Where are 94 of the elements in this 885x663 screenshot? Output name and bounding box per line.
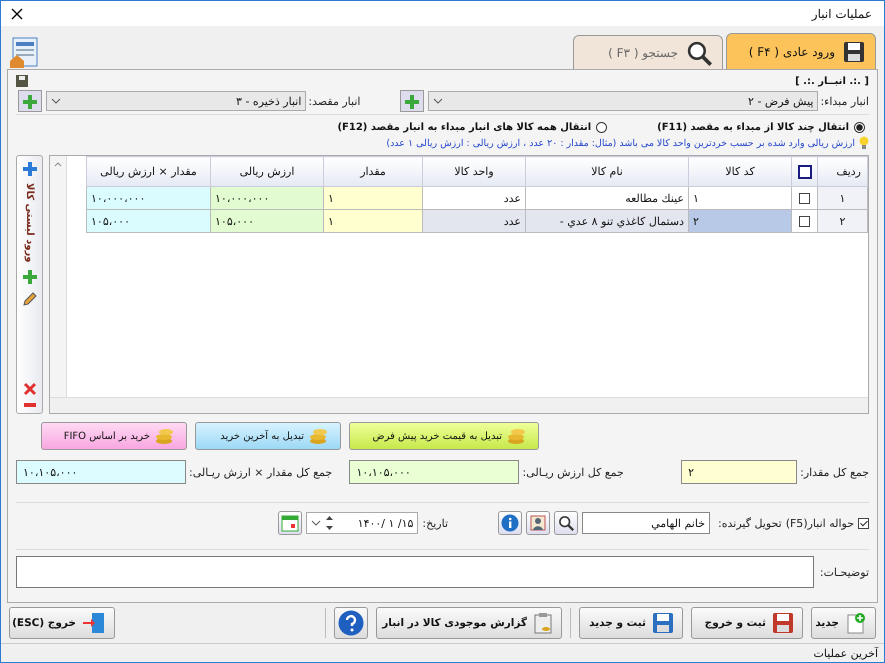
field-label: تحویل گیرنده: xyxy=(718,516,782,530)
column-header: نام کالا xyxy=(526,156,688,186)
radio-button[interactable] xyxy=(596,122,608,132)
search-icon xyxy=(558,515,574,531)
table-cell: دستمال كاغذي تنو ۸ عدي - xyxy=(526,210,688,232)
plus-icon xyxy=(22,161,38,177)
dropdown[interactable]: پیش فرض - ۲ xyxy=(428,91,818,111)
receiver-field[interactable]: خانم الهامي xyxy=(582,512,710,534)
add-button[interactable] xyxy=(18,90,42,112)
field-label: تاریخ: xyxy=(422,516,448,530)
home-document-icon[interactable] xyxy=(9,37,39,69)
plus-icon xyxy=(22,94,38,110)
minus-icon[interactable] xyxy=(22,402,36,408)
pricing-button[interactable]: خرید بر اساس FIFO xyxy=(41,422,187,450)
radio-button[interactable] xyxy=(854,122,865,132)
floppy-icon xyxy=(652,612,674,634)
date-field[interactable]: ۱۴۰۰/ ۱ /۱۵ xyxy=(306,512,418,534)
table-cell: ۱ xyxy=(324,186,422,210)
table-cell: ۱ xyxy=(324,210,422,232)
close-icon[interactable] xyxy=(11,8,23,20)
calendar-icon xyxy=(281,514,300,532)
field-label: انبار مقصد: xyxy=(308,94,360,108)
chevron-down-icon xyxy=(311,520,322,526)
checkbox[interactable] xyxy=(858,518,869,528)
table-cell: ۱۰،۰۰۰،۰۰۰ xyxy=(210,186,324,210)
person-card-icon xyxy=(530,515,546,531)
checkbox[interactable] xyxy=(799,192,810,204)
field-label: توضیحـات: xyxy=(820,566,869,578)
table-cell: ۱۰۵،۰۰۰ xyxy=(210,210,324,232)
column-header: مقدار × ارزش ریالی xyxy=(86,156,210,186)
pencil-icon[interactable] xyxy=(22,290,38,307)
table-cell: ۱ xyxy=(818,186,868,210)
new-document-icon xyxy=(845,612,867,634)
checkbox-label: حواله انبار(F5) xyxy=(786,516,854,530)
scrollbar[interactable] xyxy=(50,397,868,413)
footer-button[interactable]: خروج (ESC) xyxy=(9,607,115,639)
plus-icon xyxy=(404,94,420,110)
table-cell: ۱۰،۰۰۰،۰۰۰ xyxy=(86,186,210,210)
clipboard-icon xyxy=(533,612,553,634)
footer-button[interactable]: گزارش موجودی کالا در انبار xyxy=(376,607,562,639)
info-icon xyxy=(501,514,520,532)
footer-button[interactable]: ثبت و خروج xyxy=(691,607,803,639)
pricing-button[interactable]: تبدیل به قیمت خرید پیش فرض xyxy=(349,422,539,450)
calendar-button[interactable] xyxy=(278,511,302,535)
search-button[interactable] xyxy=(554,511,578,535)
radio-label: انتقال همه کالا های انبار مبداء به انبار مقصد (F12) xyxy=(337,122,592,132)
status-bar: آخرین عملیات xyxy=(1,643,884,662)
footer-button[interactable]: جدید xyxy=(811,607,876,639)
scrollbar[interactable] xyxy=(50,156,67,397)
footer-button[interactable]: ثبت و جدید xyxy=(579,607,683,639)
floppy-icon[interactable] xyxy=(16,75,28,87)
info-button[interactable] xyxy=(498,511,522,535)
column-header: ردیف xyxy=(818,156,868,186)
help-button[interactable] xyxy=(334,607,368,639)
field-label: انبار مبداء: xyxy=(820,94,869,108)
total-field: ۱۰،۱۰۵،۰۰۰ xyxy=(349,460,520,484)
hint-text: ارزش ریالی وارد شده بر حسب خردترین واحد کالا می باشد (مثال: مقدار : ۲۰ عدد ، ارزش ریالی : ارزش ریالی ۱ عدد) xyxy=(386,138,855,148)
contact-button[interactable] xyxy=(526,511,550,535)
radio-label: انتقال چند کالا از مبداء به مقصد (F11) xyxy=(657,122,849,132)
chevron-down-icon xyxy=(433,98,444,104)
vertical-label[interactable]: ورود لیستی کالا xyxy=(24,183,35,263)
column-header: واحد کالا xyxy=(422,156,526,186)
total-field: ۲ xyxy=(681,460,798,484)
table-cell: عدد xyxy=(422,210,526,232)
table-cell: ۲ xyxy=(688,210,792,232)
spinner-icon xyxy=(325,514,334,532)
chevron-up-icon xyxy=(54,162,62,167)
section-heading: [ .:. انبــار .:. ] xyxy=(795,76,869,86)
tab[interactable]: ورود عادی ( F۴ ) xyxy=(726,33,876,69)
table-cell: ۱۰۵،۰۰۰ xyxy=(86,210,210,232)
plus-icon xyxy=(22,268,38,285)
table-cell: ۲ xyxy=(818,210,868,232)
column-header: مقدار xyxy=(324,156,422,186)
total-label: جمع کل ارزش ریـالی: xyxy=(522,466,624,478)
chevron-down-icon xyxy=(51,98,62,104)
select-all-checkbox[interactable] xyxy=(798,164,812,178)
dropdown[interactable]: انبار ذخیره - ۳ xyxy=(46,91,306,111)
checkbox[interactable] xyxy=(799,216,810,227)
search-icon xyxy=(686,40,712,66)
help-icon xyxy=(338,610,364,636)
total-field: ۱۰،۱۰۵،۰۰۰ xyxy=(16,460,186,484)
total-label: جمع کل مقدار: xyxy=(800,466,869,478)
notes-field[interactable] xyxy=(16,556,814,588)
floppy-icon xyxy=(843,40,865,62)
tab[interactable]: جستجو ( F۳ ) xyxy=(573,35,723,69)
window-title: عملیات انبار xyxy=(812,6,872,20)
add-button[interactable] xyxy=(400,90,424,112)
pricing-button[interactable]: تبدیل به آخرین خرید xyxy=(195,422,341,450)
floppy-icon xyxy=(772,612,794,634)
total-label: جمع کل مقدار × ارزش ریـالی: xyxy=(189,466,332,478)
lightbulb-icon xyxy=(859,136,869,150)
exit-door-icon xyxy=(82,611,106,635)
column-header: ارزش ریالی xyxy=(210,156,324,186)
column-header: کد کالا xyxy=(688,156,792,186)
